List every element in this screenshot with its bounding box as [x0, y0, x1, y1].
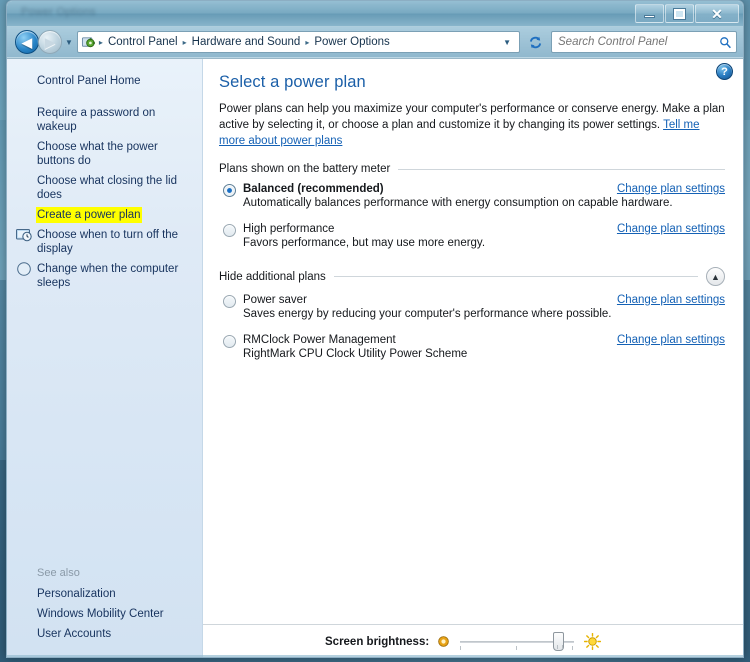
plan-balanced[interactable]: Balanced (recommended) Change plan setti…	[219, 183, 725, 209]
sidebar-item-label: Control Panel Home	[37, 75, 141, 87]
back-button[interactable]: ◀	[15, 30, 39, 54]
control-panel-icon	[81, 35, 97, 50]
history-dropdown-button[interactable]: ▼	[65, 38, 73, 47]
forward-button[interactable]: ▶	[38, 30, 62, 54]
sidebar-item-label: Choose what the power buttons do	[37, 141, 158, 167]
section-label: Hide additional plans	[219, 270, 326, 283]
forward-arrow-icon: ▶	[45, 34, 55, 50]
refresh-button[interactable]	[523, 31, 547, 53]
slider-tick	[460, 645, 462, 650]
section-label: Plans shown on the battery meter	[219, 163, 391, 175]
change-plan-settings-link[interactable]: Change plan settings	[617, 334, 725, 346]
sidebar-item-turn-off-display[interactable]: Choose when to turn off the display	[7, 225, 202, 259]
plan-row: Balanced (recommended) Change plan setti…	[243, 183, 725, 195]
monitor-clock-icon	[16, 227, 32, 243]
window-bottom-edge	[7, 655, 743, 657]
maximize-icon	[673, 7, 686, 20]
radio-balanced[interactable]	[223, 184, 236, 197]
change-plan-settings-link[interactable]: Change plan settings	[617, 183, 725, 195]
plan-high-performance[interactable]: High performance Change plan settings Fa…	[219, 223, 725, 249]
sidebar-item-label: Change when the computer sleeps	[37, 263, 179, 289]
breadcrumb-hardware-and-sound[interactable]: Hardware and Sound	[188, 34, 305, 50]
sidebar-item-label: Windows Mobility Center	[37, 608, 164, 620]
sidebar-item-label: Choose when to turn off the display	[37, 229, 179, 255]
refresh-icon	[529, 36, 541, 48]
screen-brightness-label: Screen brightness:	[325, 635, 430, 648]
slider-thumb[interactable]	[553, 631, 565, 651]
plan-row: High performance Change plan settings	[243, 223, 725, 235]
slider-tick	[516, 645, 518, 650]
chevron-down-icon[interactable]: ▼	[497, 38, 517, 47]
search-input[interactable]	[556, 35, 719, 49]
plan-description: RightMark CPU Clock Utility Power Scheme	[243, 348, 468, 360]
back-arrow-icon: ◀	[22, 34, 32, 50]
plan-name: Power saver	[243, 294, 307, 306]
plan-name: Balanced (recommended)	[243, 183, 384, 195]
section-rule	[398, 168, 725, 170]
plan-row: Power saver Change plan settings	[243, 294, 725, 306]
sidebar-item-label: Create a power plan	[37, 208, 141, 222]
help-button[interactable]: ?	[716, 63, 733, 80]
see-also-header: See also	[37, 567, 80, 579]
main-pane: ? Select a power plan Power plans can he…	[203, 59, 743, 657]
slider-tick	[572, 645, 574, 650]
maximize-button[interactable]	[665, 4, 694, 23]
sidebar-item-computer-sleeps[interactable]: Change when the computer sleeps	[7, 259, 202, 293]
chevron-up-icon[interactable]: ▲	[706, 267, 725, 286]
radio-power-saver[interactable]	[223, 295, 236, 308]
minimize-icon	[644, 15, 655, 18]
address-bar[interactable]: ▸ Control Panel ▸ Hardware and Sound ▸ P…	[76, 31, 520, 53]
plan-description: Favors performance, but may use more ene…	[243, 237, 486, 249]
sidebar-item-user-accounts[interactable]: User Accounts	[7, 624, 202, 644]
window-title: Power Options	[21, 6, 96, 18]
content-area: Control Panel Home Require a password on…	[7, 58, 743, 657]
sidebar-item-label: Personalization	[37, 588, 116, 600]
change-plan-settings-link[interactable]: Change plan settings	[617, 223, 725, 235]
window-controls: ✕	[635, 4, 739, 23]
plan-rmclock-power-management[interactable]: RMClock Power Management Change plan set…	[219, 334, 725, 360]
bright-sun-icon	[584, 632, 602, 651]
title-bar[interactable]: Power Options ✕	[7, 1, 743, 27]
sidebar-item-control-panel-home[interactable]: Control Panel Home	[7, 71, 202, 91]
sidebar-item-windows-mobility-center[interactable]: Windows Mobility Center	[7, 604, 202, 624]
sidebar-item-label: Require a password on wakeup	[37, 107, 156, 133]
intro-body: Power plans can help you maximize your c…	[219, 103, 725, 131]
section-header-additional-plans: Hide additional plans ▲	[219, 267, 725, 286]
sidebar-item-choose-power-buttons[interactable]: Choose what the power buttons do	[7, 137, 202, 171]
search-icon	[719, 36, 732, 49]
minimize-button[interactable]	[635, 4, 664, 23]
close-icon: ✕	[711, 5, 723, 22]
intro-text: Power plans can help you maximize your c…	[219, 101, 725, 149]
screen-brightness-bar: Screen brightness:	[203, 624, 743, 657]
plan-power-saver[interactable]: Power saver Change plan settings Saves e…	[219, 294, 725, 320]
power-options-window: Power Options ✕ ◀ ▶ ▼ ▸ Control Panel ▸ …	[6, 0, 744, 658]
search-box[interactable]	[551, 31, 737, 53]
brightness-slider[interactable]	[460, 631, 575, 652]
sidebar-item-label: Choose what closing the lid does	[37, 175, 177, 201]
radio-rmclock[interactable]	[223, 335, 236, 348]
sidebar-item-personalization[interactable]: Personalization	[7, 584, 202, 604]
radio-high-performance[interactable]	[223, 224, 236, 237]
sidebar-item-create-a-power-plan[interactable]: Create a power plan	[7, 205, 202, 225]
section-header-battery-meter: Plans shown on the battery meter	[219, 163, 725, 175]
moon-sleep-icon	[16, 261, 32, 277]
change-plan-settings-link[interactable]: Change plan settings	[617, 294, 725, 306]
page-title: Select a power plan	[219, 73, 366, 91]
plan-row: RMClock Power Management Change plan set…	[243, 334, 725, 346]
sidebar-item-closing-the-lid[interactable]: Choose what closing the lid does	[7, 171, 202, 205]
see-also-section: See also Personalization Windows Mobilit…	[7, 564, 202, 644]
plan-description: Saves energy by reducing your computer's…	[243, 308, 612, 320]
dim-sun-icon	[437, 635, 450, 648]
breadcrumb-power-options[interactable]: Power Options	[310, 34, 393, 50]
section-rule	[333, 276, 698, 277]
plan-name: High performance	[243, 223, 335, 235]
sidebar: Control Panel Home Require a password on…	[7, 59, 203, 657]
sidebar-item-require-password-on-wakeup[interactable]: Require a password on wakeup	[7, 103, 202, 137]
sidebar-item-label: User Accounts	[37, 628, 112, 640]
plan-name: RMClock Power Management	[243, 334, 396, 346]
navigation-bar: ◀ ▶ ▼ ▸ Control Panel ▸ Hardware and Sou…	[7, 27, 743, 58]
plan-description: Automatically balances performance with …	[243, 197, 673, 209]
breadcrumb-control-panel[interactable]: Control Panel	[104, 34, 182, 50]
close-button[interactable]: ✕	[695, 4, 739, 23]
